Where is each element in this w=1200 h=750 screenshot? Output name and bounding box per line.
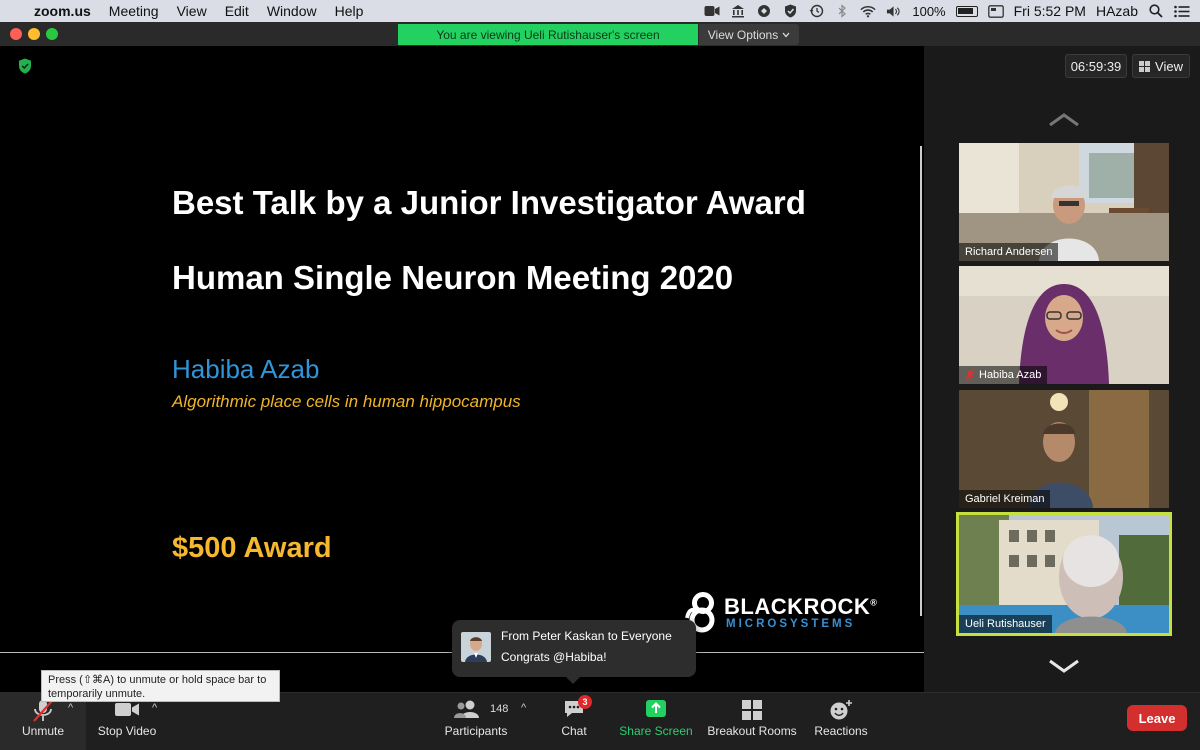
- menu-window[interactable]: Window: [258, 3, 326, 19]
- participants-button[interactable]: Participants: [440, 693, 512, 750]
- participants-label: Participants: [444, 724, 508, 738]
- stop-video-label: Stop Video: [97, 724, 157, 738]
- reactions-button[interactable]: Reactions: [810, 693, 872, 750]
- display-icon[interactable]: [987, 4, 1004, 18]
- scroll-up-chevron-icon[interactable]: [1048, 112, 1080, 128]
- scroll-down-chevron-icon[interactable]: [1048, 658, 1080, 674]
- menu-user-name[interactable]: HAzab: [1096, 3, 1138, 19]
- participant-name: Habiba Azab: [979, 369, 1042, 381]
- battery-percent: 100%: [912, 3, 946, 19]
- blackrock-logo: BLACKROCK® MICROSYSTEMS: [684, 591, 904, 633]
- smiley-face-icon: [830, 700, 852, 720]
- menu-edit[interactable]: Edit: [216, 3, 258, 19]
- breakout-rooms-button[interactable]: Breakout Rooms: [706, 693, 798, 750]
- participant-tile[interactable]: Richard Andersen: [959, 143, 1169, 261]
- view-button[interactable]: View: [1132, 54, 1190, 78]
- breakout-rooms-label: Breakout Rooms: [707, 724, 797, 738]
- participant-name-tag: Ueli Rutishauser: [959, 615, 1052, 633]
- view-button-label: View: [1155, 58, 1183, 74]
- menu-bar-tray: 100% Fri 5:52 PM HAzab: [704, 3, 1200, 19]
- unmute-label: Unmute: [21, 724, 65, 738]
- menu-meeting[interactable]: Meeting: [100, 3, 168, 19]
- slide-talk-topic: Algorithmic place cells in human hippoca…: [172, 392, 521, 411]
- participants-icon: [454, 700, 480, 718]
- slide-award-amount: $500 Award: [172, 532, 332, 564]
- slide-title-line-1: Best Talk by a Junior Investigator Award: [172, 184, 806, 221]
- leave-meeting-button[interactable]: Leave: [1127, 705, 1187, 731]
- reactions-label: Reactions: [814, 724, 868, 738]
- unmute-tooltip: Press (⇧⌘A) to unmute or hold space bar …: [41, 670, 280, 702]
- slide-title-line-2: Human Single Neuron Meeting 2020: [172, 259, 734, 296]
- chat-message: Congrats @Habiba!: [501, 650, 607, 664]
- video-camera-icon: [115, 703, 139, 716]
- volume-icon[interactable]: [886, 4, 902, 18]
- fullscreen-window-button[interactable]: [46, 28, 58, 40]
- participant-name-tag: Habiba Azab: [959, 366, 1048, 384]
- shield-tray-icon[interactable]: [782, 4, 798, 18]
- mac-menu-bar: zoom.us Meeting View Edit Window Help 10…: [0, 0, 1200, 22]
- chat-label: Chat: [561, 724, 587, 738]
- muted-mic-icon: [965, 369, 975, 381]
- audio-options-caret-icon[interactable]: ^: [68, 702, 73, 714]
- view-options-label: View Options: [707, 27, 779, 42]
- avatar: [461, 632, 491, 662]
- video-gallery: 06:59:39 View Richard Andersen Habiba Az…: [924, 46, 1200, 692]
- participant-tile[interactable]: Gabriel Kreiman: [959, 390, 1169, 508]
- participant-name: Ueli Rutishauser: [965, 618, 1046, 630]
- chevron-down-icon: [782, 32, 790, 37]
- participant-tile[interactable]: Habiba Azab: [959, 266, 1169, 384]
- minimize-window-button[interactable]: [28, 28, 40, 40]
- slide-author: Habiba Azab: [172, 354, 320, 384]
- muted-microphone-icon: [33, 700, 53, 722]
- chat-notification-popup[interactable]: From Peter Kaskan to Everyone Congrats @…: [452, 620, 696, 684]
- logo-word-microsystems: MICROSYSTEMS: [726, 618, 856, 630]
- screen-share-banner: You are viewing Ueli Rutishauser's scree…: [398, 24, 698, 45]
- spotlight-search-icon[interactable]: [1148, 4, 1164, 18]
- chat-unread-badge: 3: [578, 695, 592, 709]
- participant-name: Richard Andersen: [965, 246, 1053, 258]
- zoom-video-icon[interactable]: [704, 4, 720, 18]
- close-window-button[interactable]: [10, 28, 22, 40]
- menu-help[interactable]: Help: [326, 3, 373, 19]
- vpn-icon[interactable]: [756, 4, 772, 18]
- window-title-bar: You are viewing Ueli Rutishauser's scree…: [0, 22, 1200, 46]
- breakout-rooms-icon: [742, 700, 762, 720]
- wifi-icon[interactable]: [860, 4, 876, 18]
- chat-sender: From Peter Kaskan to Everyone: [501, 629, 672, 643]
- split-bar: [920, 146, 922, 616]
- battery-icon[interactable]: [955, 5, 978, 17]
- participant-name: Gabriel Kreiman: [965, 493, 1045, 505]
- logo-word-blackrock: BLACKROCK®: [724, 594, 878, 619]
- share-screen-label: Share Screen: [619, 724, 693, 738]
- menu-clock[interactable]: Fri 5:52 PM: [1014, 3, 1086, 19]
- video-options-caret-icon[interactable]: ^: [152, 702, 157, 714]
- bluetooth-icon[interactable]: [834, 4, 850, 18]
- bank-icon[interactable]: [730, 4, 746, 18]
- presentation-slide: Best Talk by a Junior Investigator Award…: [0, 46, 924, 653]
- time-machine-icon[interactable]: [808, 4, 824, 18]
- shared-screen: Best Talk by a Junior Investigator Award…: [0, 46, 929, 692]
- grid-view-icon: [1139, 60, 1151, 72]
- participant-count: 148: [490, 703, 509, 715]
- participant-name-tag: Richard Andersen: [959, 243, 1059, 261]
- share-screen-icon: [646, 700, 666, 717]
- participant-name-tag: Gabriel Kreiman: [959, 490, 1051, 508]
- meeting-timer: 06:59:39: [1065, 54, 1127, 78]
- notification-center-icon[interactable]: [1174, 4, 1190, 18]
- menu-app-name[interactable]: zoom.us: [34, 3, 100, 19]
- share-screen-button[interactable]: Share Screen: [616, 693, 696, 750]
- participants-options-caret-icon[interactable]: ^: [521, 702, 526, 714]
- view-options-button[interactable]: View Options: [699, 24, 799, 45]
- menu-view[interactable]: View: [168, 3, 216, 19]
- participant-tile-active-speaker[interactable]: Ueli Rutishauser: [956, 512, 1172, 636]
